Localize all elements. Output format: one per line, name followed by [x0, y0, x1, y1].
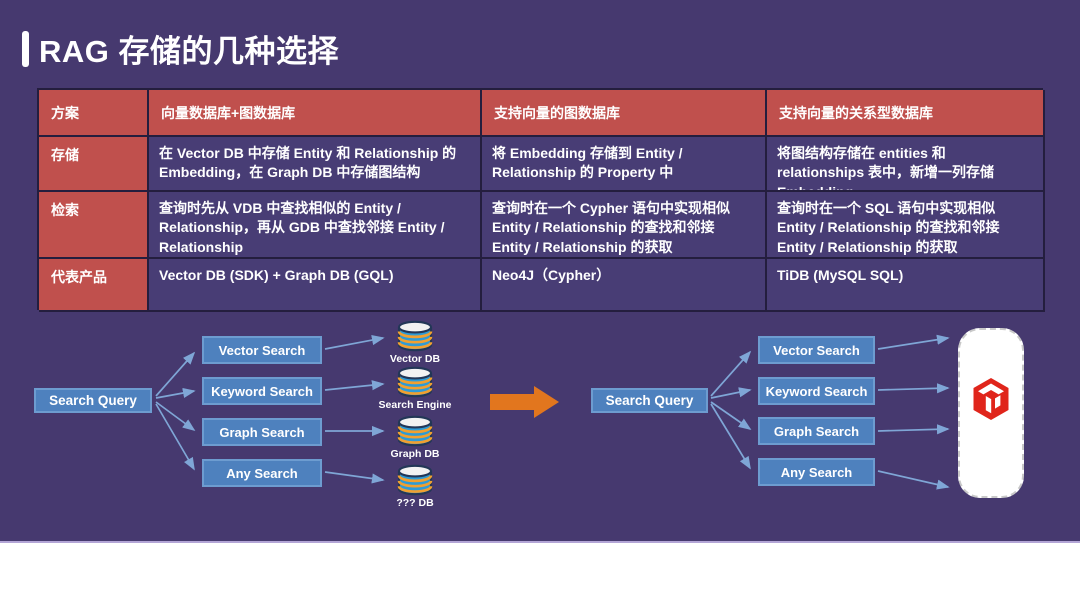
table-cell: Vector DB (SDK) + Graph DB (GQL): [149, 259, 482, 312]
page-title: RAG 存储的几种选择: [39, 26, 339, 71]
footer-bar: DA 数智大会 Data+AI Conference DataFun.: [0, 541, 1080, 602]
row-label-retrieval: 检索: [39, 192, 149, 259]
vector-db-icon: [393, 320, 437, 352]
table-cell: 将 Embedding 存储到 Entity / Relationship 的 …: [482, 137, 767, 192]
graph-search-box-right: Graph Search: [758, 417, 875, 445]
unknown-db-item: ??? DB: [379, 464, 451, 509]
row-label-storage: 存储: [39, 137, 149, 192]
table-cell: 在 Vector DB 中存储 Entity 和 Relationship 的 …: [149, 137, 482, 192]
db-label: ??? DB: [396, 497, 433, 509]
title-block: RAG 存储的几种选择: [22, 26, 339, 71]
db-label: Search Engine: [379, 399, 452, 411]
table-cell: 将图结构存储在 entities 和 relationships 表中，新增一列…: [767, 137, 1045, 192]
keyword-search-box-right: Keyword Search: [758, 377, 875, 405]
db-label: Vector DB: [390, 353, 440, 365]
any-search-box-left: Any Search: [202, 459, 322, 487]
search-engine-icon: [393, 366, 437, 398]
search-query-box-left: Search Query: [34, 388, 152, 413]
unknown-db-icon: [393, 464, 437, 496]
table-header-scheme: 方案: [39, 90, 149, 137]
row-label-products: 代表产品: [39, 259, 149, 312]
table-cell: 查询时在一个 Cypher 语句中实现相似 Entity / Relations…: [482, 192, 767, 259]
table-cell: 查询时在一个 SQL 语句中实现相似 Entity / Relationship…: [767, 192, 1045, 259]
comparison-table: 方案 向量数据库+图数据库 支持向量的图数据库 支持向量的关系型数据库 存储 在…: [37, 88, 1043, 310]
table-header-vector-graphdb: 支持向量的图数据库: [482, 90, 767, 137]
search-query-box-right: Search Query: [591, 388, 708, 413]
vector-search-box-left: Vector Search: [202, 336, 322, 364]
slide-main-area: RAG 存储的几种选择 方案 向量数据库+图数据库 支持向量的图数据库 支持向量…: [0, 0, 1080, 541]
search-engine-item: Search Engine: [379, 366, 451, 411]
graph-db-icon: [393, 415, 437, 447]
table-cell: Neo4J（Cypher）: [482, 259, 767, 312]
keyword-search-box-left: Keyword Search: [202, 377, 322, 405]
table-header-vdb-gdb: 向量数据库+图数据库: [149, 90, 482, 137]
table-cell: 查询时先从 VDB 中查找相似的 Entity / Relationship，再…: [149, 192, 482, 259]
tidb-logo-icon: [971, 377, 1011, 421]
transition-arrow-icon: [490, 386, 559, 418]
table-header-vector-rdb: 支持向量的关系型数据库: [767, 90, 1045, 137]
vector-search-box-right: Vector Search: [758, 336, 875, 364]
slide: RAG 存储的几种选择 方案 向量数据库+图数据库 支持向量的图数据库 支持向量…: [0, 0, 1080, 602]
vector-db-item: Vector DB: [379, 320, 451, 365]
graph-db-item: Graph DB: [379, 415, 451, 460]
graph-search-box-left: Graph Search: [202, 418, 322, 446]
title-accent-bar: [22, 31, 29, 67]
db-label: Graph DB: [390, 448, 439, 460]
table-cell: TiDB (MySQL SQL): [767, 259, 1045, 312]
any-search-box-right: Any Search: [758, 458, 875, 486]
tidb-target-card: [958, 328, 1024, 498]
